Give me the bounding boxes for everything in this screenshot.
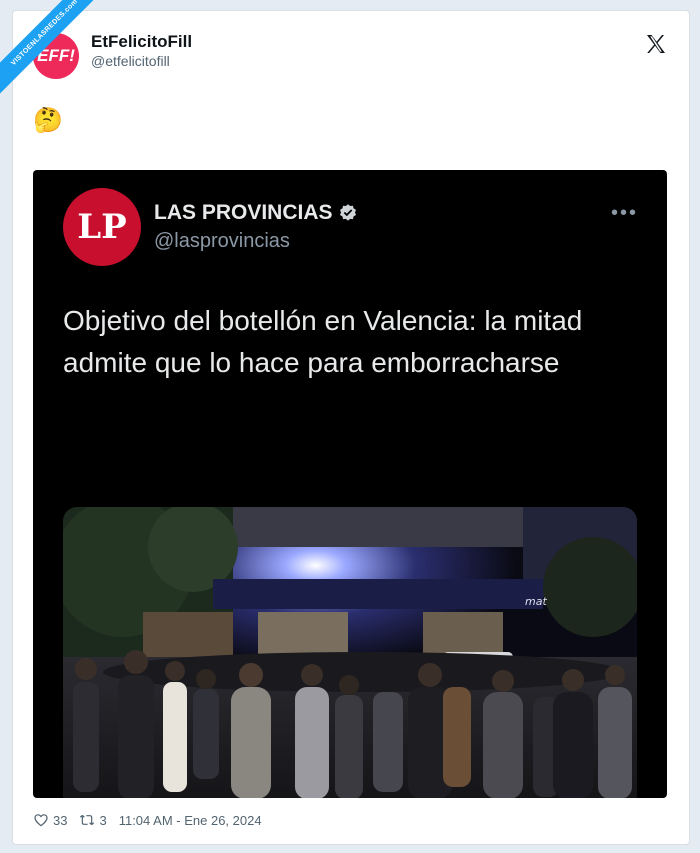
retweet-count: 3 [99, 812, 107, 828]
author-handle[interactable]: @etfelicitofill [91, 53, 170, 69]
quoted-name-text: LAS PROVINCIAS [154, 201, 333, 224]
quoted-avatar: LP [63, 188, 141, 266]
x-logo-icon[interactable] [644, 32, 668, 56]
heart-icon [34, 814, 48, 827]
photo-sign: mat [525, 595, 547, 608]
author-name[interactable]: EtFelicitoFill [91, 32, 192, 52]
more-icon[interactable]: ••• [611, 203, 638, 223]
tweet-footer: 33 3 11:04 AM - Ene 26, 2024 [33, 810, 262, 830]
retweet-button[interactable]: 3 [79, 812, 107, 828]
like-button[interactable]: 33 [33, 812, 67, 828]
crowd-photo: mat [63, 507, 637, 798]
like-count: 33 [53, 812, 68, 828]
timestamp[interactable]: 11:04 AM - Ene 26, 2024 [119, 813, 262, 828]
quoted-avatar-text: LP [77, 207, 127, 247]
quoted-handle: @lasprovincias [154, 230, 290, 252]
verified-badge-icon [339, 204, 356, 221]
retweet-icon [80, 814, 95, 826]
quoted-name: LAS PROVINCIAS [154, 201, 358, 225]
quoted-headline: Objetivo del botellón en Valencia: la mi… [63, 305, 583, 378]
crowd-photo-illustration: mat [63, 507, 637, 798]
tweet-text: 🤔 [33, 107, 63, 134]
quoted-tweet-image[interactable]: LP LAS PROVINCIAS @lasprovincias ••• Obj… [33, 170, 667, 798]
